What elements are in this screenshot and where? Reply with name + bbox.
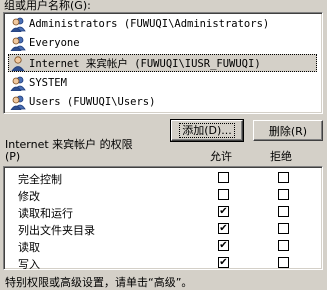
deny-checkbox[interactable] [278, 223, 289, 234]
users-list[interactable]: Administrators (FUWUQI\Administrators) E… [3, 12, 323, 114]
permissions-title-hotkey: (P) [5, 150, 21, 163]
user-item-administrators[interactable]: Administrators (FUWUQI\Administrators) [10, 15, 269, 33]
deny-column-header: 拒绝 [270, 150, 292, 163]
user-item-label: SYSTEM [29, 77, 67, 89]
allow-column-header: 允许 [210, 150, 232, 163]
allow-checkbox[interactable]: ✔ [218, 223, 229, 234]
allow-checkbox[interactable]: ✔ [218, 240, 229, 251]
advanced-settings-hint: 特别权限或高级设置，请单击“高级”。 [5, 276, 193, 289]
allow-checkbox[interactable] [218, 172, 229, 183]
permission-row-full-control: 完全控制 [4, 169, 322, 186]
permission-label: 列出文件夹目录 [18, 224, 95, 237]
permission-label: 完全控制 [18, 173, 62, 186]
user-group-icon [10, 76, 26, 91]
permission-label: 读取和运行 [18, 207, 73, 220]
allow-checkbox[interactable] [218, 189, 229, 200]
user-item-system[interactable]: SYSTEM [10, 74, 67, 92]
user-item-label: Everyone [29, 37, 80, 49]
user-item-label: Administrators (FUWUQI\Administrators) [29, 18, 270, 30]
deny-checkbox[interactable] [278, 206, 289, 217]
permissions-title: Internet 来宾帐户 的权限 [5, 138, 133, 151]
allow-checkbox[interactable]: ✔ [218, 206, 229, 217]
permission-row-modify: 修改 [4, 186, 322, 203]
permission-row-read-execute: 读取和运行 ✔ [4, 203, 322, 220]
allow-checkbox[interactable]: ✔ [218, 257, 229, 268]
user-group-icon [10, 17, 26, 32]
user-item-internet-guest[interactable]: Internet 来宾帐户 (FUWUQI\IUSR_FUWUQI) [8, 54, 317, 72]
add-button[interactable]: 添加(D)... [170, 119, 244, 142]
add-button-label: 添加(D)... [179, 123, 235, 138]
permission-row-list-folder: 列出文件夹目录 ✔ [4, 220, 322, 237]
permission-label: 写入 [18, 258, 40, 270]
user-icon [11, 56, 25, 71]
user-item-users[interactable]: Users (FUWUQI\Users) [10, 93, 155, 111]
user-item-label: Internet 来宾帐户 (FUWUQI\IUSR_FUWUQI) [29, 57, 261, 70]
permission-row-write: 写入 ✔ [4, 254, 322, 270]
deny-checkbox[interactable] [278, 257, 289, 268]
user-item-everyone[interactable]: Everyone [10, 34, 80, 52]
remove-button[interactable]: 删除(R) [253, 120, 323, 141]
permission-label: 修改 [18, 190, 40, 203]
permissions-list: 完全控制 修改 读取和运行 ✔ 列出文件夹目录 ✔ 读取 ✔ 写入 ✔ [3, 166, 323, 270]
user-item-label: Users (FUWUQI\Users) [29, 96, 156, 108]
user-group-icon [10, 95, 26, 110]
deny-checkbox[interactable] [278, 189, 289, 200]
permission-row-read: 读取 ✔ [4, 237, 322, 254]
deny-checkbox[interactable] [278, 240, 289, 251]
user-group-icon [10, 36, 26, 51]
deny-checkbox[interactable] [278, 172, 289, 183]
permission-label: 读取 [18, 241, 40, 254]
group-or-user-names-label: 组或用户名称(G): [4, 0, 91, 12]
remove-button-label: 删除(R) [268, 124, 308, 138]
